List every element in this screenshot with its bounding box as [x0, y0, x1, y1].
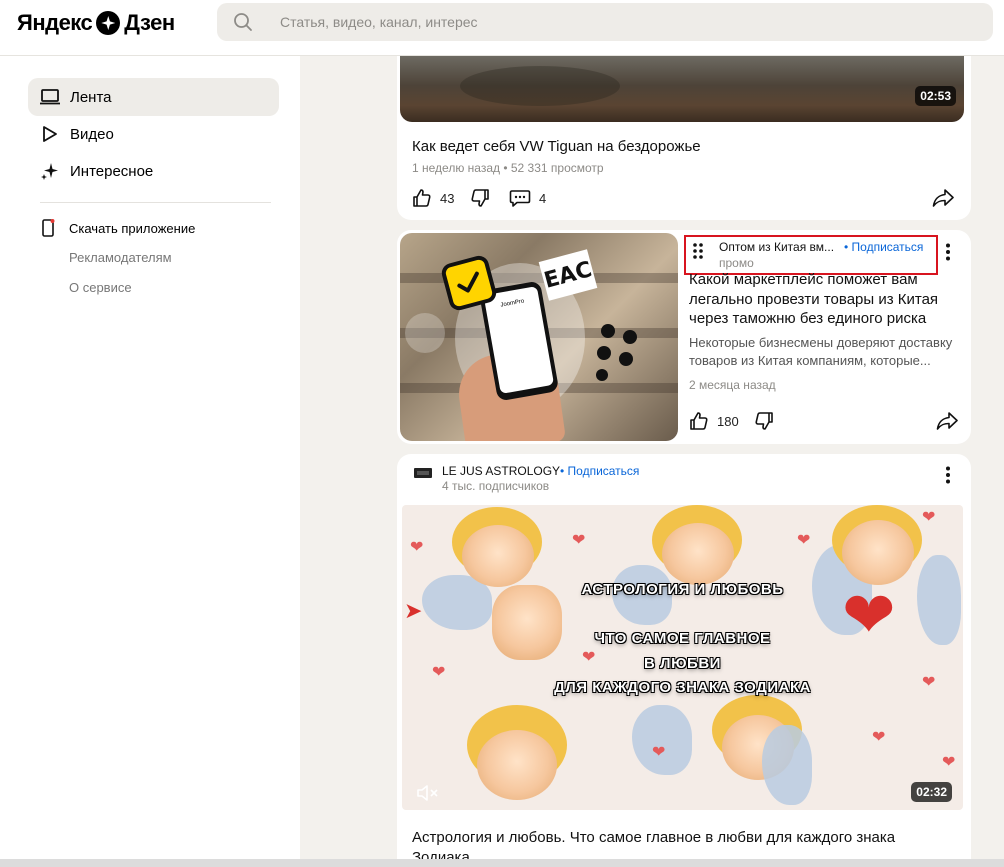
comment-icon: [509, 190, 531, 207]
share-icon: [936, 412, 958, 430]
download-app-link[interactable]: Скачать приложение: [40, 219, 195, 237]
search-bar[interactable]: [217, 3, 993, 41]
share-button[interactable]: [932, 188, 962, 208]
dislike-button[interactable]: [470, 188, 498, 208]
promo-date: 2 месяца назад: [689, 378, 776, 392]
astrology-card[interactable]: LE JUS ASTROLOGY • Подписаться 4 тыс. по…: [397, 454, 971, 867]
overlay-line-1: АСТРОЛОГИЯ И ЛЮБОВЬ: [581, 581, 784, 598]
astro-video-duration: 02:32: [911, 782, 952, 802]
video-meta: 1 неделю назад • 52 331 просмотр: [412, 161, 604, 175]
about-service-link[interactable]: О сервисе: [69, 280, 132, 295]
like-button[interactable]: 43: [412, 188, 454, 208]
thumbs-up-icon: [413, 189, 431, 207]
top-header: Яндекс Дзен: [0, 0, 1004, 56]
sidebar-item-label: Интересное: [70, 162, 154, 180]
promo-dislike-button[interactable]: [754, 411, 782, 431]
mute-icon[interactable]: [416, 783, 440, 803]
video-thumbnail[interactable]: 02:53: [400, 56, 964, 122]
like-count: 43: [440, 190, 455, 206]
promo-title[interactable]: Какой маркетплейс поможет вам легально п…: [689, 270, 965, 329]
channel-avatar-icon: [414, 468, 432, 478]
search-input[interactable]: [280, 3, 960, 41]
sidebar-item-label: Видео: [70, 125, 114, 143]
video-title[interactable]: Как ведет себя VW Tiguan на бездорожье: [412, 138, 701, 155]
promo-snippet: Некоторые бизнесмены доверяют доставку т…: [689, 335, 953, 368]
brand-dots-icon: [596, 324, 637, 381]
overlay-line-4: ДЛЯ КАЖДОГО ЗНАКА ЗОДИАКА: [554, 679, 811, 696]
download-app-label: Скачать приложение: [69, 220, 196, 236]
thumbs-down-icon: [471, 189, 489, 207]
comment-count: 4: [539, 190, 547, 206]
left-sidebar: Лента Видео Интересное Скачать приложени…: [0, 56, 300, 867]
phone-brand: JoomPro: [483, 286, 555, 394]
search-icon: [234, 13, 252, 31]
thumbs-down-icon: [755, 412, 773, 430]
logo-dzen-text: Дзен: [124, 10, 175, 35]
promo-share-button[interactable]: [936, 411, 966, 431]
dzen-star-icon: [96, 11, 121, 35]
promo-image[interactable]: JoomPro EAC: [400, 233, 678, 441]
horizontal-scrollbar[interactable]: [0, 859, 1004, 867]
astrology-video-thumbnail[interactable]: ❤ ❤ ❤ ❤ ❤ ❤ ❤ ❤ ❤ ❤ ❤ ➤ АСТРОЛОГИЯ И ЛЮБ…: [402, 505, 963, 810]
promo-like-button[interactable]: 180: [689, 411, 739, 431]
overlay-line-3: В ЛЮБВИ: [644, 655, 721, 672]
play-icon: [40, 124, 60, 144]
promo-card[interactable]: JoomPro EAC Оптом из Китая вм... • Подпи…: [397, 230, 971, 444]
yandex-dzen-logo[interactable]: Яндекс Дзен: [17, 9, 175, 37]
sidebar-item-label: Лента: [70, 88, 112, 106]
sidebar-item-feed[interactable]: Лента: [28, 78, 279, 116]
more-options-icon[interactable]: [945, 243, 951, 261]
more-options-icon[interactable]: [945, 466, 951, 484]
astro-subscribe-link[interactable]: • Подписаться: [560, 464, 639, 478]
astro-source-name[interactable]: LE JUS ASTROLOGY: [442, 464, 560, 478]
thumbs-up-icon: [690, 412, 708, 430]
share-icon: [932, 189, 954, 207]
phone-icon: [42, 219, 55, 237]
sidebar-item-interesting[interactable]: Интересное: [28, 152, 279, 190]
logo-yandex-text: Яндекс: [17, 10, 93, 35]
promo-like-count: 180: [717, 413, 739, 429]
advertisers-link[interactable]: Рекламодателям: [69, 250, 172, 265]
highlight-box: [684, 235, 938, 275]
eac-mark: EAC: [538, 249, 598, 301]
comments-button[interactable]: 4: [509, 188, 546, 208]
video-duration: 02:53: [915, 86, 956, 106]
sidebar-item-video[interactable]: Видео: [28, 115, 279, 153]
laptop-icon: [40, 87, 60, 107]
video-card[interactable]: 02:53 Как ведет себя VW Tiguan на бездор…: [397, 56, 971, 220]
sparkle-icon: [40, 161, 60, 181]
astro-subscribers: 4 тыс. подписчиков: [442, 479, 550, 493]
overlay-line-2: ЧТО САМОЕ ГЛАВНОЕ: [594, 630, 771, 647]
sidebar-divider: [40, 202, 271, 203]
